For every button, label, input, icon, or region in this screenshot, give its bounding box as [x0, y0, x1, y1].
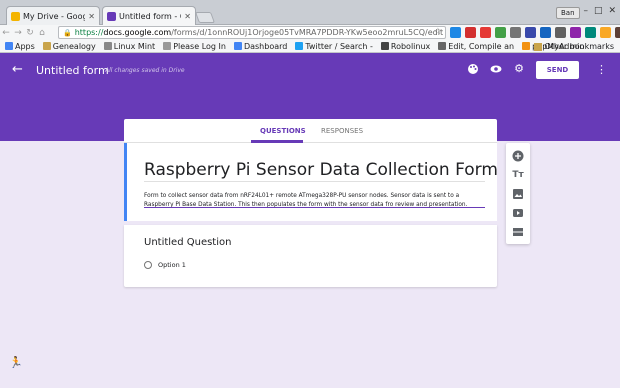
bookmark-genealogy[interactable]: Genealogy	[42, 41, 96, 51]
bookmark-label: Apps	[15, 41, 35, 51]
forward-icon[interactable]: →	[12, 28, 24, 38]
reload-icon[interactable]: ↻	[24, 28, 36, 38]
close-window-icon[interactable]: ✕	[608, 6, 616, 16]
extension-icon[interactable]	[600, 27, 611, 38]
browser-tab-my-drive[interactable]: My Drive - Google D ✕	[6, 6, 100, 25]
bottom-strip	[0, 376, 620, 388]
folder-icon	[42, 42, 51, 50]
extension-icon[interactable]	[585, 27, 596, 38]
form-header-card: Raspberry Pi Sensor Data Collection Form…	[124, 143, 498, 221]
focus-accent-bar	[124, 143, 127, 221]
extension-icon[interactable]	[495, 27, 506, 38]
home-icon[interactable]: ⌂	[36, 28, 48, 38]
bookmark-label: Linux Mint	[113, 41, 156, 51]
browser-tab-strip: My Drive - Google D ✕ Untitled form - Go…	[0, 0, 620, 25]
bookmark-linux-mint[interactable]: Linux Mint	[103, 41, 156, 51]
extension-icon[interactable]	[525, 27, 536, 38]
palette-icon[interactable]	[467, 63, 479, 75]
extension-icon[interactable]	[555, 27, 566, 38]
folder-icon	[534, 42, 543, 51]
github-icon	[380, 42, 389, 50]
extension-icon[interactable]	[510, 27, 521, 38]
back-arrow-icon[interactable]: ←	[12, 62, 23, 77]
bookmarks-bar: Apps Genealogy Linux Mint Please Log In …	[0, 40, 620, 53]
add-title-icon[interactable]: Tт	[512, 169, 524, 181]
question-title[interactable]: Untitled Question	[144, 237, 231, 248]
more-vert-icon[interactable]: ⋮	[596, 63, 607, 76]
extension-icon[interactable]	[450, 27, 461, 38]
bookmark-label: Twitter / Search -	[305, 41, 373, 51]
divider	[144, 181, 485, 182]
question-card[interactable]: Untitled Question Option 1	[124, 225, 497, 287]
phpmyadmin-icon	[522, 42, 531, 50]
window-controls: – □ ✕	[583, 6, 616, 16]
url-scheme: https://	[74, 28, 104, 37]
page-icon	[438, 42, 447, 50]
add-image-icon[interactable]	[512, 188, 524, 200]
extension-icon[interactable]	[615, 27, 620, 38]
extension-icons	[450, 27, 620, 38]
extension-icon[interactable]	[480, 27, 491, 38]
maximize-icon[interactable]: □	[594, 6, 603, 16]
tab-responses[interactable]: RESPONSES	[321, 127, 363, 135]
google-drive-icon	[11, 11, 20, 21]
bookmark-label: Please Log In	[173, 41, 226, 51]
radio-button[interactable]	[144, 261, 152, 269]
bookmark-label: Dashboard	[243, 41, 288, 51]
send-button[interactable]: SEND	[536, 61, 579, 79]
bookmark-dashboard[interactable]: Dashboard	[233, 41, 288, 51]
question-toolbar: Tт	[506, 143, 530, 244]
extension-icon[interactable]	[570, 27, 581, 38]
bookmark-edit-compile[interactable]: Edit, Compile an	[438, 42, 514, 51]
back-icon[interactable]: ←	[0, 28, 12, 38]
url-host: docs.google.com	[103, 28, 172, 37]
description-focus-underline	[144, 207, 485, 208]
extension-icon[interactable]	[540, 27, 551, 38]
page-icon	[163, 42, 172, 50]
profile-badge[interactable]: Ban	[556, 7, 580, 19]
address-bar[interactable]: 🔒 https:// docs.google.com /forms/d/1onn…	[58, 26, 446, 39]
minimize-icon[interactable]: –	[583, 6, 588, 16]
preview-eye-icon[interactable]	[490, 63, 502, 75]
close-tab-icon[interactable]: ✕	[184, 12, 191, 21]
accessibility-person-icon[interactable]: 🏃	[9, 356, 23, 369]
twitter-icon	[295, 42, 304, 50]
tab-title: My Drive - Google D	[23, 11, 85, 21]
add-question-icon[interactable]	[512, 150, 524, 162]
add-section-icon[interactable]	[512, 226, 524, 238]
bookmark-apps[interactable]: Apps	[5, 42, 35, 51]
form-name-input[interactable]: Raspberry Pi Sensor Data Collection Form	[144, 160, 498, 180]
gmail-extension-icon[interactable]	[465, 27, 476, 38]
bookmark-label: Genealogy	[52, 41, 96, 51]
tab-title: Untitled form - Goog	[119, 11, 181, 21]
new-tab-button[interactable]	[194, 12, 216, 23]
settings-gear-icon[interactable]: ⚙	[513, 63, 525, 75]
other-bookmarks-label: Other bookmarks	[544, 42, 614, 51]
add-video-icon[interactable]	[512, 207, 524, 219]
tab-questions[interactable]: QUESTIONS	[260, 127, 306, 135]
bookmark-label: Robolinux	[390, 41, 431, 51]
other-bookmarks[interactable]: Other bookmarks	[534, 40, 614, 52]
url-path: /forms/d/1onnROUj1Orjoge05TvMRA7PDDR-YKw…	[171, 28, 444, 37]
bookmark-twitter[interactable]: Twitter / Search -	[295, 42, 373, 51]
form-tabs: QUESTIONS RESPONSES	[124, 119, 497, 143]
google-icon	[233, 42, 242, 50]
lock-icon: 🔒	[63, 28, 72, 37]
bookmark-label: Edit, Compile an	[448, 41, 515, 51]
close-tab-icon[interactable]: ✕	[88, 12, 95, 21]
folder-icon	[103, 42, 112, 50]
bookmark-star-icon[interactable]: ☆	[434, 27, 442, 37]
apps-grid-icon	[5, 42, 13, 50]
save-status: All changes saved in Drive	[105, 67, 185, 74]
bookmark-please-log-in[interactable]: Please Log In	[163, 42, 226, 51]
form-title[interactable]: Untitled form	[36, 64, 109, 77]
bookmark-robolinux[interactable]: Robolinux	[380, 41, 431, 51]
option-label[interactable]: Option 1	[158, 261, 186, 269]
browser-tab-untitled-form[interactable]: Untitled form - Goog ✕	[102, 6, 196, 25]
google-forms-icon	[107, 11, 116, 21]
